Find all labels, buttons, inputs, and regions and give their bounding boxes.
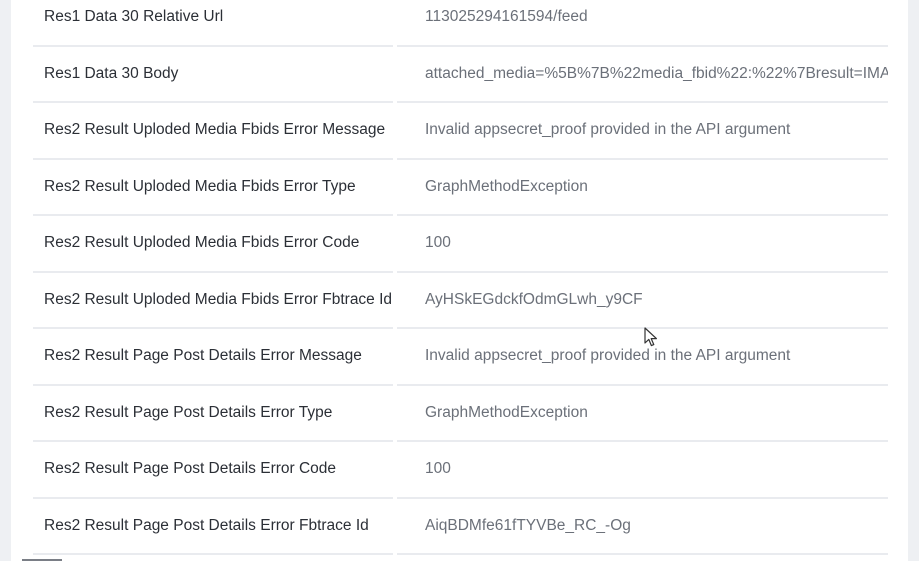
table-row: Res2 Result Page Post Details Error Code… [33,442,888,499]
table-row: Res2 Result Page Post Details Error Mess… [33,329,888,386]
row-value: Invalid appsecret_proof provided in the … [397,329,888,386]
row-value: attached_media=%5B%7B%22media_fbid%22:%2… [397,47,888,103]
table-row: Res2 Result Uploded Media Fbids Error Co… [33,216,888,273]
row-value: 113025294161594/feed [397,0,888,47]
table-row: Res2 Result Uploded Media Fbids Error Ty… [33,160,888,216]
row-label: Res2 Result Page Post Details Error Mess… [33,329,393,386]
row-value: Invalid appsecret_proof provided in the … [397,103,888,160]
details-panel: Res1 Data 30 Relative Url 11302529416159… [11,0,908,561]
table-row: Res2 Result Uploded Media Fbids Error Me… [33,103,888,160]
row-label: Res2 Result Uploded Media Fbids Error Me… [33,103,393,160]
row-value: 100 [397,216,888,273]
row-label: Res2 Result Page Post Details Error Code [33,442,393,499]
row-label: Res1 Data 30 Relative Url [33,0,393,47]
table-row: Res2 Result Page Post Details Error Fbtr… [33,499,888,555]
row-value: GraphMethodException [397,160,888,216]
row-label: Res2 Result Uploded Media Fbids Error Ty… [33,160,393,216]
row-label: Res1 Data 30 Body [33,47,393,103]
table-row: Res2 Result Page Post Details Error Type… [33,386,888,442]
table-row: Res2 Result Uploded Media Fbids Error Fb… [33,273,888,329]
row-value: 100 [397,442,888,499]
row-label: Res2 Result Uploded Media Fbids Error Fb… [33,273,393,329]
mouse-pointer-icon [644,327,657,347]
row-value: AyHSkEGdckfOdmGLwh_y9CF [397,273,888,329]
row-value: AiqBDMfe61fTYVBe_RC_-Og [397,499,888,555]
table-row: Res1 Data 30 Body attached_media=%5B%7B%… [33,47,888,103]
row-label: Res2 Result Page Post Details Error Fbtr… [33,499,393,555]
table-row: Res1 Data 30 Relative Url 11302529416159… [33,0,888,47]
key-value-table: Res1 Data 30 Relative Url 11302529416159… [33,0,888,555]
row-label: Res2 Result Page Post Details Error Type [33,386,393,442]
row-value: GraphMethodException [397,386,888,442]
row-label: Res2 Result Uploded Media Fbids Error Co… [33,216,393,273]
